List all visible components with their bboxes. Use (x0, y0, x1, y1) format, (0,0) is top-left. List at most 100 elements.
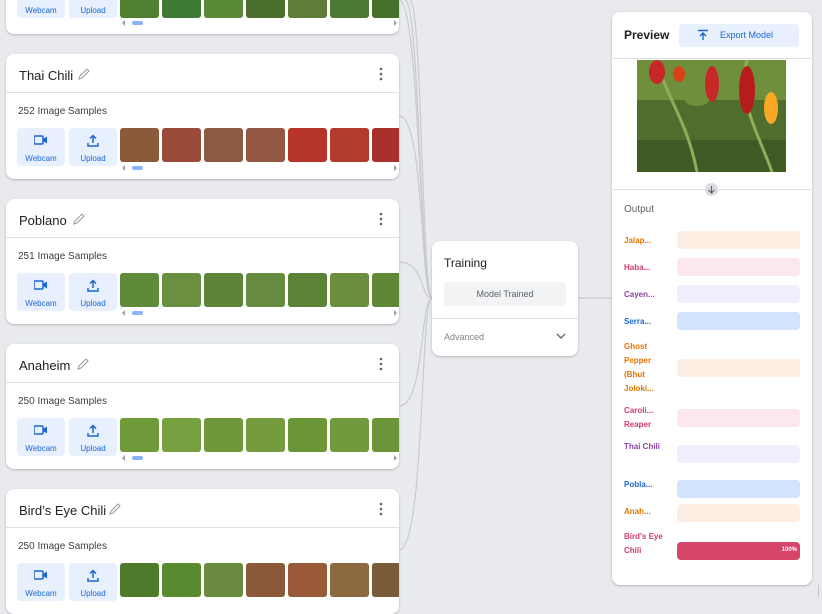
train-model-button[interactable]: Model Trained (444, 282, 566, 306)
more-vert-icon[interactable] (379, 212, 383, 226)
upload-button[interactable]: Upload (69, 0, 117, 18)
export-model-label: Export Model (720, 30, 774, 40)
webcam-button[interactable]: Webcam (17, 273, 65, 311)
sample-thumbnail[interactable] (120, 128, 159, 162)
scroll-thumb[interactable] (132, 311, 143, 315)
webcam-preview-image (637, 60, 786, 172)
videocam-icon (34, 425, 47, 435)
sample-thumbnail[interactable] (288, 418, 327, 452)
webcam-button[interactable]: Webcam (17, 0, 65, 18)
class-card: Webcam Upload (6, 0, 399, 34)
webcam-button[interactable]: Webcam (17, 128, 65, 166)
sample-thumbnail[interactable] (162, 273, 201, 307)
sample-thumbnail[interactable] (288, 273, 327, 307)
scroll-right-icon[interactable] (394, 165, 397, 171)
sample-thumbnail[interactable] (330, 0, 369, 18)
sample-thumbnails[interactable] (120, 563, 399, 597)
card-header: Anaheim (6, 344, 399, 383)
sample-thumbnail[interactable] (372, 418, 399, 452)
sample-thumbnails[interactable] (120, 128, 399, 162)
thumbnail-scrollbar[interactable] (120, 164, 399, 172)
thumbnail-scrollbar[interactable] (120, 309, 399, 317)
class-name[interactable]: Thai Chili (19, 68, 73, 83)
sample-thumbnail[interactable] (246, 273, 285, 307)
sample-thumbnail[interactable] (372, 128, 399, 162)
sample-thumbnail[interactable] (204, 0, 243, 18)
upload-label: Upload (80, 444, 106, 453)
scroll-left-icon[interactable] (122, 310, 125, 316)
sample-thumbnail[interactable] (372, 563, 399, 597)
sample-thumbnail[interactable] (246, 128, 285, 162)
more-vert-icon[interactable] (379, 67, 383, 81)
more-vert-icon[interactable] (379, 357, 383, 371)
sample-thumbnails[interactable] (120, 273, 399, 307)
confidence-bar (677, 445, 800, 463)
webcam-button[interactable]: Webcam (17, 563, 65, 601)
preview-title: Preview (624, 28, 670, 42)
sample-thumbnail[interactable] (330, 563, 369, 597)
sample-thumbnail[interactable] (204, 563, 243, 597)
divider (612, 58, 812, 59)
sample-thumbnail[interactable] (204, 418, 243, 452)
chevron-down-icon[interactable] (556, 332, 566, 340)
sample-thumbnail[interactable] (288, 128, 327, 162)
advanced-toggle[interactable]: Advanced (444, 332, 484, 342)
sample-thumbnail[interactable] (330, 273, 369, 307)
pencil-icon[interactable] (76, 357, 90, 371)
scroll-right-icon[interactable] (394, 310, 397, 316)
sample-thumbnail[interactable] (372, 273, 399, 307)
output-class-label: Haba... (624, 263, 651, 272)
sample-thumbnail[interactable] (120, 418, 159, 452)
thumbnail-scrollbar[interactable] (120, 19, 399, 27)
upload-button[interactable]: Upload (69, 563, 117, 601)
sample-thumbnail[interactable] (372, 0, 399, 18)
sample-thumbnail[interactable] (120, 0, 159, 18)
scroll-thumb[interactable] (132, 21, 143, 25)
sample-thumbnail[interactable] (162, 563, 201, 597)
class-name[interactable]: Anaheim (19, 358, 70, 373)
scroll-right-icon[interactable] (394, 20, 397, 26)
sample-thumbnail[interactable] (204, 273, 243, 307)
webcam-label: Webcam (25, 299, 57, 308)
sample-thumbnail[interactable] (288, 0, 327, 18)
scroll-thumb[interactable] (132, 166, 143, 170)
sample-thumbnail[interactable] (246, 418, 285, 452)
sample-thumbnail[interactable] (330, 418, 369, 452)
thumbnail-scrollbar[interactable] (120, 454, 399, 462)
export-icon (698, 29, 708, 40)
divider (432, 318, 578, 319)
scroll-left-icon[interactable] (122, 165, 125, 171)
sample-thumbnail[interactable] (246, 563, 285, 597)
upload-button[interactable]: Upload (69, 128, 117, 166)
sample-thumbnail[interactable] (330, 128, 369, 162)
training-title: Training (444, 256, 487, 270)
pencil-icon[interactable] (108, 502, 122, 516)
upload-button[interactable]: Upload (69, 418, 117, 456)
export-model-button[interactable]: Export Model (679, 24, 799, 47)
sample-thumbnail[interactable] (120, 563, 159, 597)
sample-thumbnail[interactable] (162, 418, 201, 452)
upload-button[interactable]: Upload (69, 273, 117, 311)
scroll-left-icon[interactable] (122, 20, 125, 26)
pencil-icon[interactable] (72, 212, 86, 226)
sample-thumbnail[interactable] (162, 0, 201, 18)
sample-thumbnail[interactable] (288, 563, 327, 597)
scroll-thumb[interactable] (132, 456, 143, 460)
sample-thumbnail[interactable] (246, 0, 285, 18)
sample-thumbnails[interactable] (120, 418, 399, 452)
sample-thumbnails[interactable] (120, 0, 399, 18)
output-class-label: Cayen... (624, 290, 655, 299)
more-vert-icon[interactable] (379, 502, 383, 516)
sample-thumbnail[interactable] (120, 273, 159, 307)
scroll-left-icon[interactable] (122, 455, 125, 461)
class-card-anaheim: Anaheim 250 Image Samples Webcam Upload (6, 344, 399, 469)
webcam-button[interactable]: Webcam (17, 418, 65, 456)
preview-panel: Preview Export Model Output Jalap... Haba… (612, 12, 812, 585)
sample-thumbnail[interactable] (204, 128, 243, 162)
class-name[interactable]: Poblano (19, 213, 67, 228)
class-name[interactable]: Bird’s Eye Chili (19, 503, 106, 518)
pencil-icon[interactable] (77, 67, 91, 81)
sample-thumbnail[interactable] (162, 128, 201, 162)
class-card-birds-eye-chili: Bird’s Eye Chili 250 Image Samples Webca… (6, 489, 399, 614)
scroll-right-icon[interactable] (394, 455, 397, 461)
